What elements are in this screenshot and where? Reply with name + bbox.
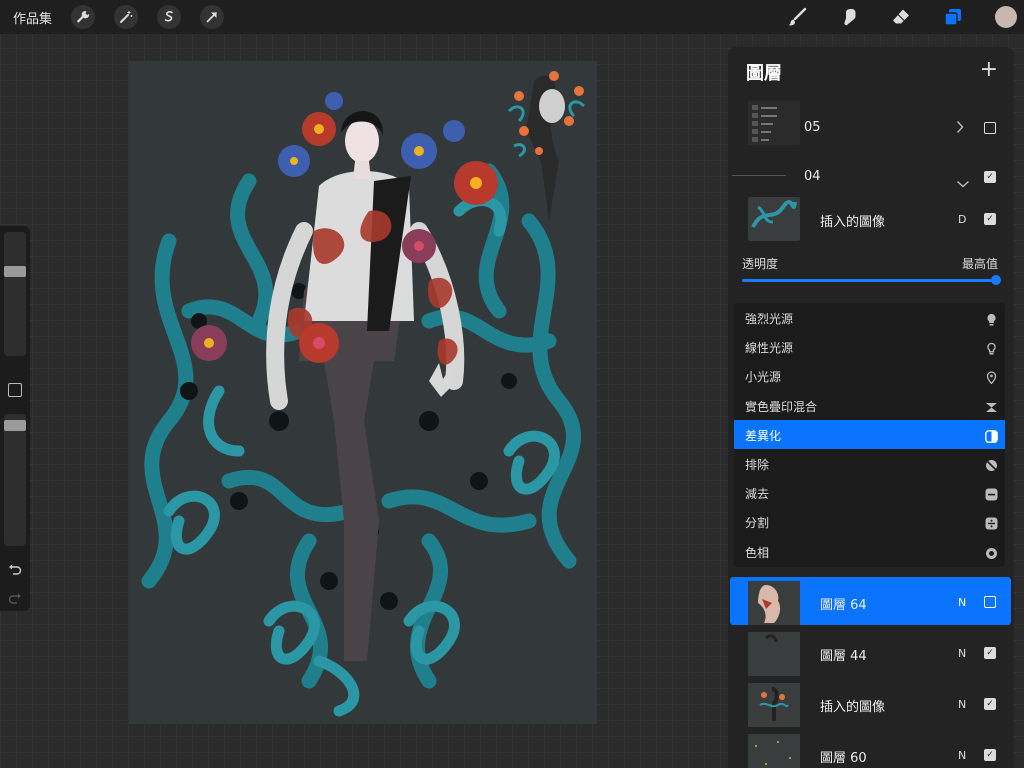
blend-mode-item[interactable]: 實色疊印混合 bbox=[734, 391, 1005, 420]
blend-mode-item[interactable]: 減去 bbox=[734, 478, 1005, 507]
transform-arrow-icon[interactable] bbox=[200, 5, 224, 29]
layer-visibility-checkbox[interactable]: ✓ bbox=[984, 171, 996, 183]
brush-icon[interactable] bbox=[784, 5, 810, 29]
blend-mode-label: 小光源 bbox=[745, 370, 782, 385]
blend-mode-label: 強烈光源 bbox=[745, 312, 794, 326]
blend-mode-indicator[interactable]: N bbox=[958, 749, 966, 762]
layer-label: 圖層 60 bbox=[820, 751, 867, 766]
pin-light-icon bbox=[985, 369, 998, 385]
blend-mode-label: 差異化 bbox=[745, 428, 782, 443]
blend-mode-label: 線性光源 bbox=[745, 341, 794, 356]
magic-wand-icon[interactable] bbox=[114, 5, 138, 29]
smudge-icon[interactable] bbox=[836, 5, 862, 29]
opacity-slider-knob[interactable] bbox=[991, 275, 1001, 285]
layer-visibility-checkbox[interactable]: ✓ bbox=[984, 749, 996, 761]
chevron-down-icon[interactable] bbox=[956, 173, 970, 192]
hue-icon bbox=[985, 545, 998, 559]
layer-label: 04 bbox=[804, 169, 821, 184]
layer-group-05[interactable]: 05 bbox=[728, 99, 1014, 155]
bulb-outline-icon bbox=[985, 340, 998, 355]
blend-mode-item[interactable]: 差異化 bbox=[734, 419, 1005, 449]
blend-mode-item[interactable]: 排除 bbox=[734, 449, 1005, 478]
chevron-right-icon[interactable] bbox=[956, 119, 964, 138]
layer-label: 05 bbox=[804, 120, 821, 135]
layers-icon[interactable] bbox=[940, 5, 966, 29]
blend-mode-item[interactable]: 強烈光源 bbox=[734, 303, 1005, 332]
blend-mode-label: 實色疊印混合 bbox=[745, 399, 818, 414]
top-toolbar: 作品集 bbox=[0, 0, 1024, 34]
color-swatch[interactable] bbox=[995, 6, 1017, 28]
layer-visibility-checkbox[interactable]: ✓ bbox=[984, 647, 996, 659]
undo-icon[interactable] bbox=[8, 561, 22, 580]
layer-visibility-checkbox[interactable] bbox=[984, 596, 996, 608]
blend-mode-item[interactable]: 線性光源 bbox=[734, 332, 1005, 361]
blend-mode-indicator[interactable]: N bbox=[958, 596, 966, 609]
layer-row[interactable]: 插入的圖像 N ✓ bbox=[728, 680, 1014, 730]
layer-group-04[interactable]: 04 ✓ bbox=[728, 159, 1014, 199]
blend-mode-indicator[interactable]: D bbox=[958, 213, 966, 226]
exclusion-icon bbox=[985, 457, 998, 471]
layer-visibility-checkbox[interactable] bbox=[984, 122, 996, 134]
brush-size-thumb[interactable] bbox=[4, 265, 26, 277]
layers-panel-title: 圖層 bbox=[746, 63, 782, 84]
blend-mode-label: 減去 bbox=[745, 487, 770, 502]
blend-mode-label: 分割 bbox=[745, 516, 770, 531]
wrench-icon[interactable] bbox=[71, 5, 95, 29]
opacity-max-label: 最高值 bbox=[961, 257, 998, 271]
hard-mix-icon bbox=[985, 399, 998, 412]
layer-thumbnail bbox=[748, 581, 800, 625]
opacity-label: 透明度 bbox=[742, 257, 779, 271]
layer-row[interactable]: 圖層 64 N bbox=[728, 578, 1014, 628]
layer-label: 插入的圖像 bbox=[820, 700, 886, 715]
redo-icon[interactable] bbox=[8, 590, 22, 609]
layer-row[interactable]: 圖層 44 N ✓ bbox=[728, 629, 1014, 679]
blend-mode-list: 強烈光源線性光源小光源實色疊印混合 差異化排除減去分割色相 bbox=[734, 303, 1005, 567]
layer-visibility-checkbox[interactable]: ✓ bbox=[984, 213, 996, 225]
layers-panel: 圖層 + 05 04 ✓ 插入的圖像 D ✓ 透明度 最高值 強烈光源 線性光源… bbox=[728, 47, 1014, 768]
layer-row[interactable]: 圖層 60 N ✓ bbox=[728, 731, 1014, 768]
subtract-icon bbox=[985, 486, 998, 501]
blend-mode-label: 色相 bbox=[745, 545, 770, 560]
divide-icon bbox=[985, 515, 998, 530]
brush-size-slider[interactable] bbox=[4, 232, 26, 356]
bulb-icon bbox=[985, 311, 998, 326]
artwork-illustration bbox=[141, 71, 586, 717]
blend-mode-indicator[interactable]: N bbox=[958, 647, 966, 660]
artwork-canvas[interactable] bbox=[129, 61, 597, 724]
blend-mode-item[interactable]: 分割 bbox=[734, 507, 1005, 536]
layer-label: 圖層 44 bbox=[820, 649, 867, 664]
brush-sidebar bbox=[0, 226, 30, 611]
blend-mode-indicator[interactable]: N bbox=[958, 698, 966, 711]
difference-icon bbox=[985, 428, 998, 443]
layer-thumbnail bbox=[748, 734, 800, 768]
blend-mode-item[interactable]: 色相 bbox=[734, 537, 1005, 566]
layer-thumbnail bbox=[748, 101, 800, 145]
layer-label: 圖層 64 bbox=[820, 598, 867, 613]
selection-icon[interactable] bbox=[157, 5, 181, 29]
layer-thumbnail bbox=[748, 632, 800, 676]
eyedropper-button[interactable] bbox=[8, 383, 22, 397]
eraser-icon[interactable] bbox=[888, 5, 914, 29]
layer-visibility-checkbox[interactable]: ✓ bbox=[984, 698, 996, 710]
blend-mode-label: 排除 bbox=[745, 458, 770, 472]
layer-thumbnail bbox=[748, 197, 800, 241]
brush-opacity-slider[interactable] bbox=[4, 414, 26, 546]
layer-thumbnail bbox=[748, 683, 800, 727]
blend-mode-item[interactable]: 小光源 bbox=[734, 361, 1005, 390]
brush-opacity-thumb[interactable] bbox=[4, 420, 26, 432]
layer-label: 插入的圖像 bbox=[820, 215, 886, 230]
layer-inserted-image-top[interactable]: 插入的圖像 D ✓ bbox=[728, 197, 1014, 243]
gallery-button[interactable]: 作品集 bbox=[13, 8, 52, 27]
opacity-slider[interactable] bbox=[742, 279, 996, 282]
add-layer-button[interactable]: + bbox=[980, 57, 998, 82]
